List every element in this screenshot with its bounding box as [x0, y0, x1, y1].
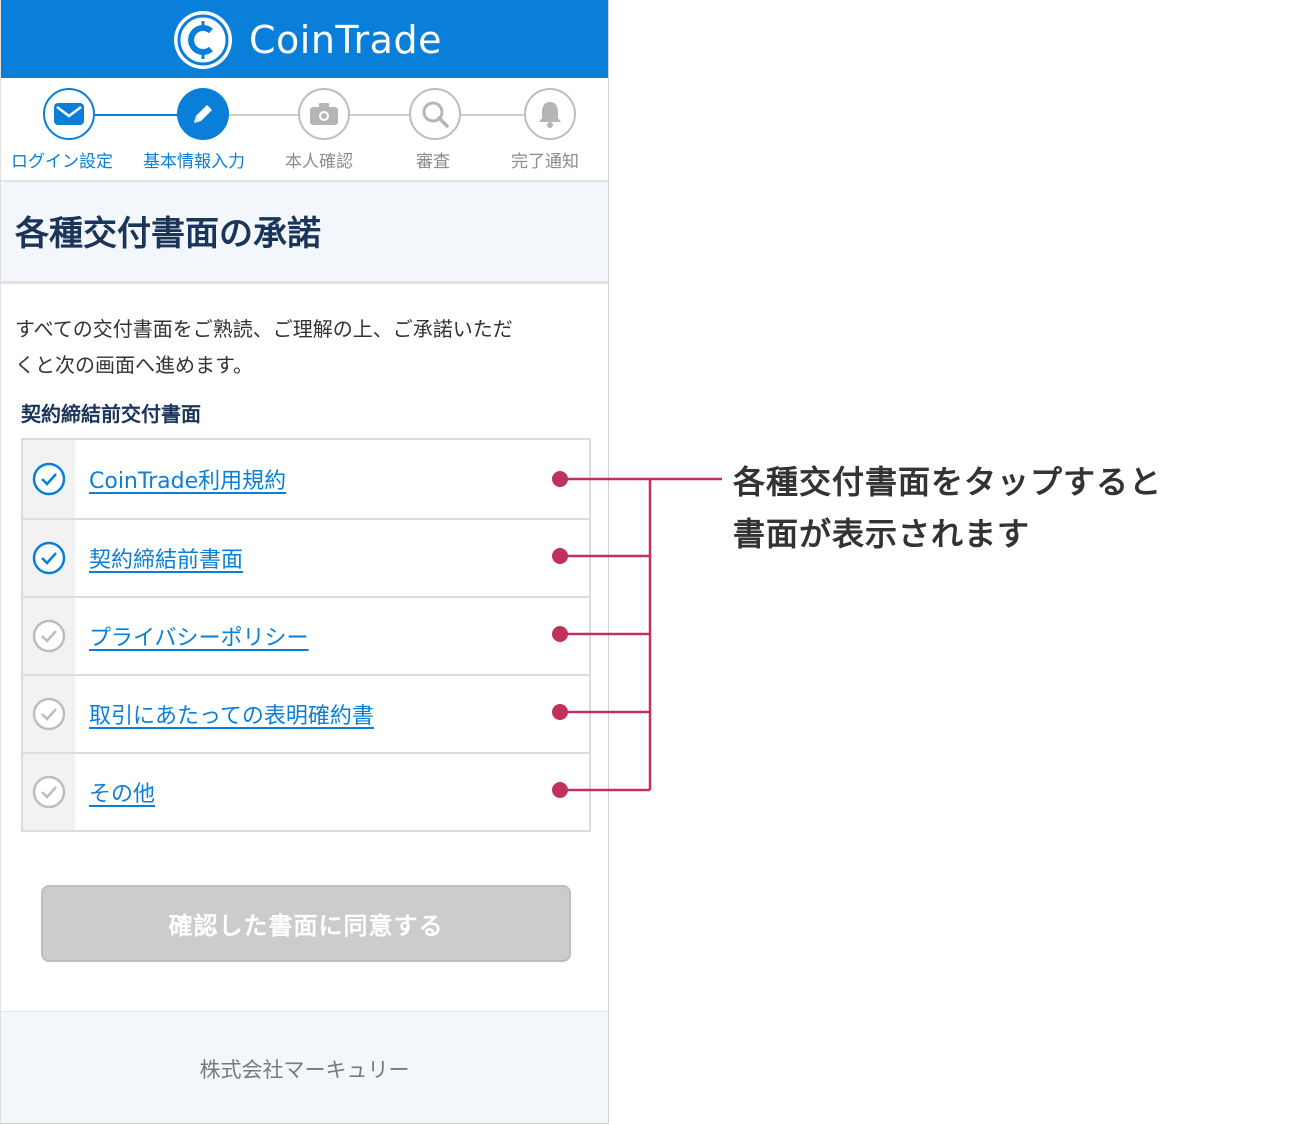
step-connector: [349, 114, 409, 116]
search-icon: [422, 101, 449, 128]
step-review: [409, 88, 461, 140]
step-label-complete: 完了通知: [511, 152, 579, 172]
intro-text: すべての交付書面をご熟読、ご理解の上、ご承諾いただ くと次の画面へ進めます。: [15, 311, 595, 383]
bell-icon: [539, 102, 561, 128]
intro-line-2: くと次の画面へ進めます。: [15, 353, 253, 377]
step-identity: [298, 88, 350, 140]
step-login: [43, 88, 95, 140]
camera-icon: [310, 103, 338, 125]
step-label-review: 審査: [416, 152, 450, 172]
company-name: 株式会社マーキュリー: [199, 1058, 410, 1082]
agree-button[interactable]: 確認した書面に同意する: [41, 885, 571, 962]
document-link-terms[interactable]: CoinTrade利用規約: [89, 463, 286, 495]
footer: 株式会社マーキュリー: [1, 1011, 608, 1123]
check-cell: [23, 440, 75, 518]
check-circle-icon: [32, 775, 66, 809]
check-cell: [23, 754, 75, 830]
annotation-line-2: 書面が表示されます: [733, 515, 1031, 553]
pencil-icon: [194, 105, 212, 123]
list-item[interactable]: CoinTrade利用規約: [23, 440, 589, 518]
step-label-basic-info: 基本情報入力: [143, 152, 245, 172]
page-title: 各種交付書面の承諾: [15, 214, 321, 254]
list-item[interactable]: 取引にあたっての表明確約書: [23, 674, 589, 752]
section-title-box: 各種交付書面の承諾: [1, 182, 608, 284]
step-label-identity: 本人確認: [285, 152, 353, 172]
document-list: CoinTrade利用規約 契約締結前書面 プライバシーポリシー 取引にあたって…: [21, 438, 591, 832]
document-link-other[interactable]: その他: [89, 776, 155, 808]
intro-line-1: すべての交付書面をご熟読、ご理解の上、ご承諾いただ: [15, 317, 513, 341]
document-link-privacy[interactable]: プライバシーポリシー: [89, 620, 309, 652]
list-item[interactable]: 契約締結前書面: [23, 518, 589, 596]
list-item[interactable]: その他: [23, 752, 589, 830]
step-complete: [524, 88, 576, 140]
check-circle-icon: [32, 462, 66, 496]
document-group-heading: 契約締結前交付書面: [21, 402, 201, 426]
app-header: CoinTrade: [1, 0, 608, 78]
check-circle-icon: [32, 541, 66, 575]
check-cell: [23, 598, 75, 674]
check-circle-icon: [32, 619, 66, 653]
step-basic-info: [177, 88, 229, 140]
check-circle-icon: [32, 697, 66, 731]
coin-logo-icon: [174, 11, 232, 69]
check-cell: [23, 676, 75, 752]
brand-name: CoinTrade: [249, 18, 442, 62]
check-cell: [23, 520, 75, 596]
mail-icon: [54, 103, 84, 125]
annotation-line-1: 各種交付書面をタップすると: [733, 463, 1163, 501]
document-link-representation[interactable]: 取引にあたっての表明確約書: [89, 698, 374, 730]
step-connector: [461, 114, 524, 116]
list-item[interactable]: プライバシーポリシー: [23, 596, 589, 674]
step-connector: [227, 114, 299, 116]
mobile-screen: CoinTrade ログイン設定 基本情報入力 本人確認 審査 完了通知 各種交…: [0, 0, 609, 1124]
step-connector: [95, 114, 179, 116]
annotation-note: 各種交付書面をタップすると 書面が表示されます: [733, 456, 1162, 560]
step-label-login: ログイン設定: [11, 152, 113, 172]
progress-stepper: ログイン設定 基本情報入力 本人確認 審査 完了通知: [1, 78, 608, 182]
document-link-pre-contract[interactable]: 契約締結前書面: [89, 542, 243, 574]
